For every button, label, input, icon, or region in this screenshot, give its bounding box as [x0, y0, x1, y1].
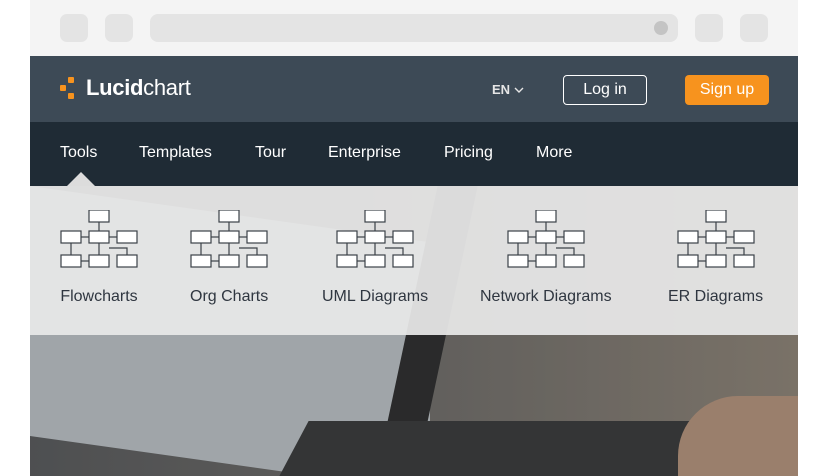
- menu-item-label: Org Charts: [190, 288, 269, 305]
- menu-item-uml-diagrams[interactable]: UML Diagrams: [322, 210, 428, 306]
- address-bar-indicator-icon: [654, 21, 668, 35]
- browser-control[interactable]: [60, 14, 88, 42]
- uml-diagram-icon: [336, 210, 414, 268]
- menu-item-label: ER Diagrams: [668, 288, 764, 305]
- browser-control[interactable]: [695, 14, 723, 42]
- er-diagram-icon: [676, 210, 755, 268]
- menu-item-network-diagrams[interactable]: Network Diagrams: [480, 210, 612, 306]
- site-header: Lucidchart EN Log in Sign up: [30, 56, 798, 122]
- menu-item-label: UML Diagrams: [322, 288, 429, 305]
- nav-item-templates[interactable]: Templates: [139, 144, 212, 162]
- language-label: EN: [492, 82, 511, 97]
- nav-item-tour[interactable]: Tour: [255, 144, 286, 162]
- login-button[interactable]: Log in: [563, 75, 647, 105]
- lucidchart-logo-icon: [60, 77, 82, 99]
- tools-dropdown-menu: Flowcharts Org Charts UML Diagrams Netwo…: [30, 186, 798, 335]
- nav-item-enterprise[interactable]: Enterprise: [328, 144, 401, 162]
- browser-control[interactable]: [740, 14, 768, 42]
- chevron-down-icon: [514, 87, 524, 93]
- active-tab-caret-icon: [67, 172, 95, 186]
- browser-chrome: [30, 0, 798, 56]
- menu-item-label: Flowcharts: [60, 288, 138, 305]
- signup-button[interactable]: Sign up: [685, 75, 769, 105]
- main-nav: Tools Templates Tour Enterprise Pricing …: [30, 122, 798, 186]
- browser-control[interactable]: [105, 14, 133, 42]
- lucidchart-logo[interactable]: Lucidchart: [60, 75, 191, 101]
- menu-item-label: Network Diagrams: [480, 288, 612, 305]
- menu-item-org-charts[interactable]: Org Charts: [190, 210, 268, 306]
- logo-wordmark: Lucidchart: [86, 75, 191, 100]
- nav-item-more[interactable]: More: [536, 144, 572, 162]
- menu-item-flowcharts[interactable]: Flowcharts: [60, 210, 138, 306]
- nav-item-tools[interactable]: Tools: [60, 144, 97, 162]
- nav-item-pricing[interactable]: Pricing: [444, 144, 493, 162]
- network-diagram-icon: [507, 210, 585, 268]
- language-selector[interactable]: EN: [492, 82, 524, 97]
- flowchart-icon: [60, 210, 138, 268]
- org-chart-icon: [190, 210, 268, 268]
- menu-item-er-diagrams[interactable]: ER Diagrams: [668, 210, 763, 306]
- browser-window: Lucidchart EN Log in Sign up Tools Templ…: [30, 0, 798, 476]
- address-bar[interactable]: [150, 14, 678, 42]
